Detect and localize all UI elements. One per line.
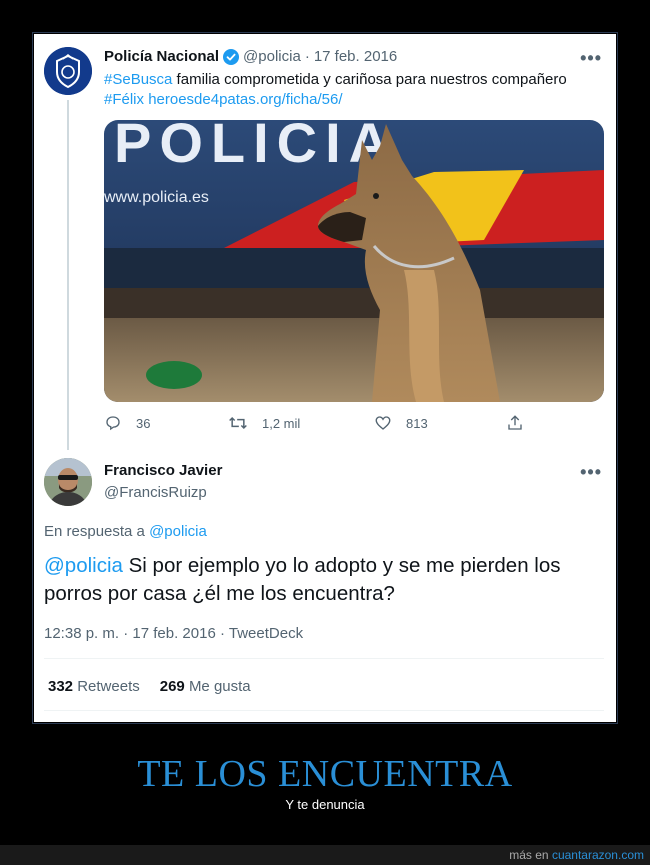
tweet2-meta: 12:38 p. m. · 17 feb. 2016 · TweetDeck [44,625,303,642]
heart-icon [375,416,391,430]
user-photo-icon [44,458,92,506]
divider [44,658,604,659]
retweets-stat[interactable]: 332 Retweets [48,678,140,695]
retweets-label: Retweets [77,678,140,695]
reply-count: 36 [136,415,151,431]
retweet-count: 1,2 mil [262,415,301,431]
footer-prefix: más en [509,848,552,862]
francisco-avatar[interactable] [44,458,92,506]
reply-action[interactable]: 36 [104,414,150,432]
police-dog-image: POLICIA www.policia.es [104,120,604,402]
site-link[interactable]: cuantarazon.com [552,848,644,862]
divider [44,710,604,711]
reply-prefix: En respuesta a [44,523,150,540]
more-options-icon[interactable]: ••• [580,462,602,483]
author-handle[interactable]: @FrancisRuizp [104,484,207,501]
policia-avatar[interactable] [44,47,92,95]
tweet-time[interactable]: 12:38 p. m. [44,625,119,642]
tweet1-url[interactable]: heroesde4patas.org/ficha/56/ [148,91,342,108]
tweet-photo[interactable]: POLICIA www.policia.es [104,120,604,402]
retweet-action[interactable]: 1,2 mil [228,414,300,432]
reply-handle-link[interactable]: @policia [149,523,207,540]
dot-separator: · [219,625,225,642]
more-options-icon[interactable]: ••• [580,48,602,69]
tweet2-stats: 332 Retweets 269 Me gusta [48,678,251,695]
share-action[interactable] [506,414,524,432]
hashtag-sebusca[interactable]: #SeBusca [104,71,172,88]
author-name[interactable]: Francisco Javier [104,462,222,479]
dot-separator: · [123,625,129,642]
like-count: 813 [406,415,428,431]
author-name[interactable]: Policía Nacional [104,48,219,65]
hashtag-felix[interactable]: #Félix [104,91,144,108]
tweet1-text-line1: familia comprometida y cariñosa para nue… [172,71,567,88]
tweet-date[interactable]: 17 feb. 2016 [314,48,397,65]
author-handle[interactable]: @policia [243,48,301,65]
share-icon [508,415,522,430]
tweet1-text: #SeBusca familia comprometida y cariñosa… [104,70,604,110]
photo-policia-text: POLICIA [114,120,397,174]
thread-connector [67,100,69,450]
reply-context: En respuesta a @policia [44,523,207,540]
caption-title: TE LOS ENCUENTRA [137,753,513,795]
tweet1-header: Policía Nacional @policia · 17 feb. 2016 [104,48,397,65]
tweet1-actions: 36 1,2 mil 813 [104,414,534,436]
likes-count: 269 [159,678,185,695]
photo-url-text: www.policia.es [104,189,209,206]
likes-stat[interactable]: 269 Me gusta [160,678,251,695]
reply-icon [106,416,120,431]
tweet-card: Policía Nacional @policia · 17 feb. 2016… [32,32,618,724]
tweet2-text: @policia Si por ejemplo yo lo adopto y s… [44,552,604,608]
police-badge-icon [44,47,92,95]
caption-subtitle: Y te denuncia [285,797,365,812]
dot-separator: · [304,48,310,65]
tweet-client[interactable]: TweetDeck [229,625,303,642]
likes-label: Me gusta [188,678,251,695]
retweets-count: 332 [48,678,74,695]
tweet-date[interactable]: 17 feb. 2016 [132,625,215,642]
site-footer: más en cuantarazon.com [0,845,650,865]
retweet-icon [229,416,247,430]
verified-badge-icon [223,48,240,65]
mention-link[interactable]: @policia [44,554,123,577]
like-action[interactable]: 813 [374,414,428,432]
